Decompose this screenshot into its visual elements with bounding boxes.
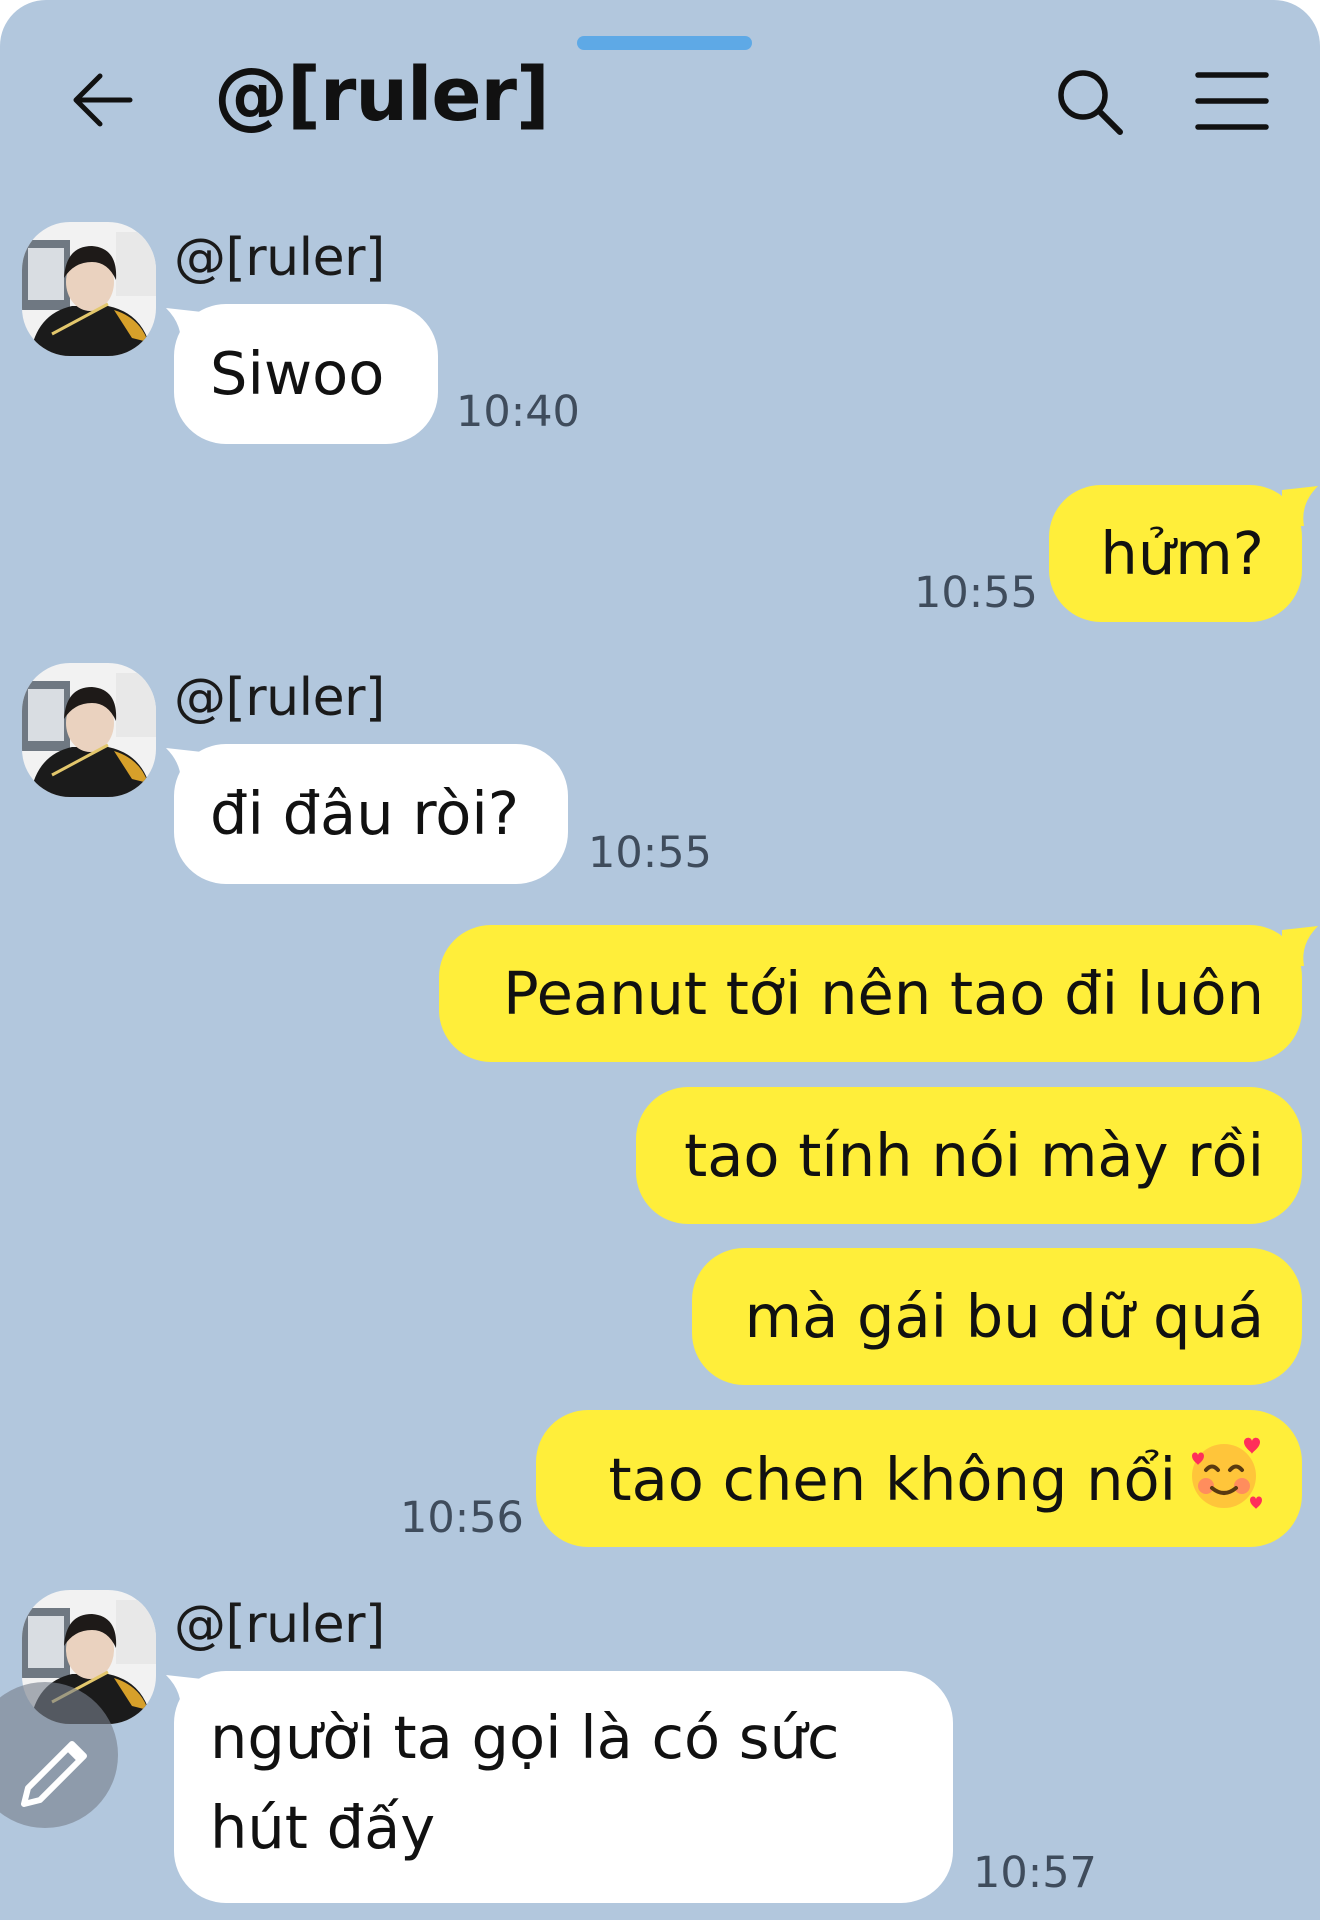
search-icon[interactable] <box>1054 66 1126 138</box>
message-bubble-outgoing[interactable]: hửm? <box>1049 485 1302 622</box>
pencil-icon <box>21 1741 87 1807</box>
message-bubble-outgoing[interactable]: tao chen không nổi <box>536 1410 1302 1547</box>
message-text: tao chen không nổi <box>608 1445 1176 1514</box>
message-bubble-outgoing[interactable]: Peanut tới nên tao đi luôn <box>439 925 1302 1062</box>
message-bubble-incoming[interactable]: đi đâu ròi? <box>174 744 568 884</box>
smiling-face-with-hearts-icon <box>1192 1437 1262 1509</box>
message-bubble-outgoing[interactable]: mà gái bu dữ quá <box>692 1248 1302 1385</box>
chat-screen: @[ruler] @[ruler] Siwoo 10:40 10:55 hửm? <box>0 0 1320 1920</box>
message-time: 10:55 <box>914 568 1038 618</box>
avatar[interactable] <box>22 222 156 356</box>
sender-name: @[ruler] <box>174 668 385 728</box>
message-time: 10:55 <box>588 828 712 878</box>
chat-title: @[ruler] <box>214 52 550 138</box>
bubble-tail <box>1282 486 1318 526</box>
message-bubble-outgoing[interactable]: tao tính nói mày rồi <box>636 1087 1302 1224</box>
message-time: 10:57 <box>973 1848 1097 1898</box>
menu-icon[interactable] <box>1195 70 1269 132</box>
sender-name: @[ruler] <box>174 1595 385 1655</box>
sender-name: @[ruler] <box>174 228 385 288</box>
bubble-tail <box>1282 926 1318 966</box>
message-time: 10:56 <box>400 1493 524 1543</box>
avatar[interactable] <box>22 663 156 797</box>
back-arrow-icon[interactable] <box>70 68 134 132</box>
message-bubble-incoming[interactable]: người ta gọi là có sức hút đấy <box>174 1671 953 1903</box>
message-bubble-incoming[interactable]: Siwoo <box>174 304 438 444</box>
message-time: 10:40 <box>456 387 580 437</box>
drag-handle[interactable] <box>577 36 752 50</box>
edit-button[interactable] <box>0 1682 118 1828</box>
